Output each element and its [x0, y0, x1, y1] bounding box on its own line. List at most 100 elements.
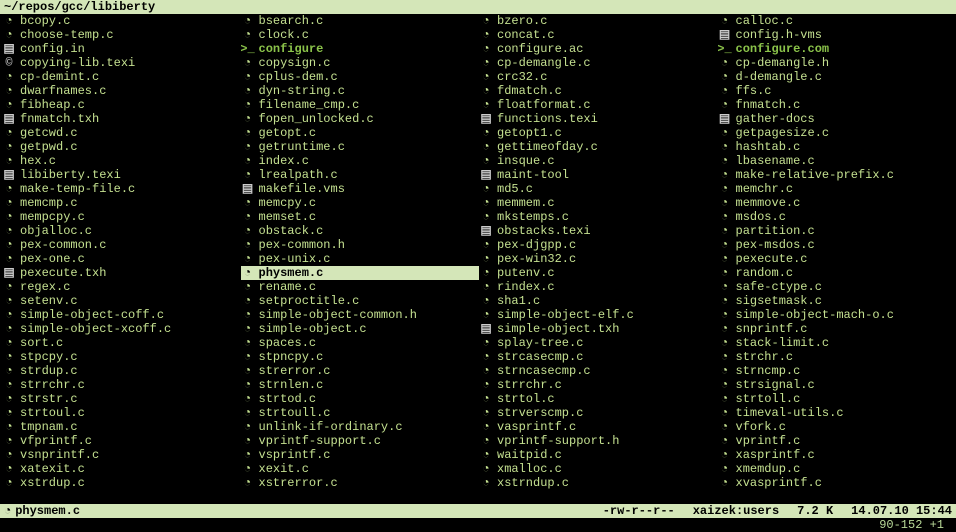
file-item[interactable]: ◔pex-unix.c: [241, 252, 480, 266]
file-item[interactable]: ◔vprintf.c: [718, 434, 956, 448]
file-item[interactable]: ◔vsprintf.c: [241, 448, 480, 462]
file-item[interactable]: ◔memmem.c: [479, 196, 718, 210]
file-item[interactable]: ◔mempcpy.c: [2, 210, 241, 224]
file-item[interactable]: ▤fnmatch.txh: [2, 112, 241, 126]
file-item[interactable]: ◔strtoull.c: [241, 406, 480, 420]
file-item[interactable]: ◔putenv.c: [479, 266, 718, 280]
file-item[interactable]: ◔waitpid.c: [479, 448, 718, 462]
file-item[interactable]: ◔simple-object.c: [241, 322, 480, 336]
file-item[interactable]: ◔xstrndup.c: [479, 476, 718, 490]
file-item[interactable]: ◔d-demangle.c: [718, 70, 956, 84]
file-item[interactable]: ◔strtoul.c: [2, 406, 241, 420]
file-item[interactable]: ▤simple-object.txh: [479, 322, 718, 336]
file-item[interactable]: ◔strtoll.c: [718, 392, 956, 406]
file-item[interactable]: ◔choose-temp.c: [2, 28, 241, 42]
file-item[interactable]: ◔snprintf.c: [718, 322, 956, 336]
file-item[interactable]: ◔strerror.c: [241, 364, 480, 378]
file-item[interactable]: ◔make-relative-prefix.c: [718, 168, 956, 182]
file-item[interactable]: ◔strnlen.c: [241, 378, 480, 392]
file-item[interactable]: ◔configure.ac: [479, 42, 718, 56]
file-item[interactable]: ◔insque.c: [479, 154, 718, 168]
file-item[interactable]: ◔strncasecmp.c: [479, 364, 718, 378]
file-item[interactable]: ◔sigsetmask.c: [718, 294, 956, 308]
file-item[interactable]: ◔stack-limit.c: [718, 336, 956, 350]
file-item[interactable]: ◔xasprintf.c: [718, 448, 956, 462]
file-item[interactable]: ◔vasprintf.c: [479, 420, 718, 434]
file-item[interactable]: ◔getopt.c: [241, 126, 480, 140]
file-item[interactable]: ◔timeval-utils.c: [718, 406, 956, 420]
file-item[interactable]: ◔simple-object-common.h: [241, 308, 480, 322]
file-item[interactable]: ◔xmemdup.c: [718, 462, 956, 476]
file-item[interactable]: ◔pex-msdos.c: [718, 238, 956, 252]
file-item[interactable]: ◔objalloc.c: [2, 224, 241, 238]
file-item[interactable]: ◔simple-object-elf.c: [479, 308, 718, 322]
file-item[interactable]: ◔crc32.c: [479, 70, 718, 84]
file-item[interactable]: ◔cp-demangle.c: [479, 56, 718, 70]
file-item[interactable]: ◔pex-djgpp.c: [479, 238, 718, 252]
file-item[interactable]: ▤pexecute.txh: [2, 266, 241, 280]
file-item[interactable]: ◔simple-object-mach-o.c: [718, 308, 956, 322]
file-item[interactable]: ◔mkstemps.c: [479, 210, 718, 224]
file-item[interactable]: ◔xexit.c: [241, 462, 480, 476]
file-item[interactable]: ◔strrchr.c: [2, 378, 241, 392]
file-item[interactable]: ◔xvasprintf.c: [718, 476, 956, 490]
file-item[interactable]: ◔xstrdup.c: [2, 476, 241, 490]
file-item[interactable]: ◔pex-common.c: [2, 238, 241, 252]
file-item[interactable]: ◔physmem.c: [241, 266, 480, 280]
file-item[interactable]: ◔msdos.c: [718, 210, 956, 224]
file-item[interactable]: ◔getruntime.c: [241, 140, 480, 154]
file-item[interactable]: ◔regex.c: [2, 280, 241, 294]
file-item[interactable]: ◔simple-object-coff.c: [2, 308, 241, 322]
file-item[interactable]: ◔cp-demangle.h: [718, 56, 956, 70]
file-item[interactable]: ◔strstr.c: [2, 392, 241, 406]
file-item[interactable]: ▤functions.texi: [479, 112, 718, 126]
file-item[interactable]: ◔copysign.c: [241, 56, 480, 70]
file-item[interactable]: ◔strsignal.c: [718, 378, 956, 392]
file-item[interactable]: ◔tmpnam.c: [2, 420, 241, 434]
file-item[interactable]: ©copying-lib.texi: [2, 56, 241, 70]
file-item[interactable]: ◔bcopy.c: [2, 14, 241, 28]
file-item[interactable]: ◔dwarfnames.c: [2, 84, 241, 98]
file-item[interactable]: ◔stpcpy.c: [2, 350, 241, 364]
file-item[interactable]: ◔strtol.c: [479, 392, 718, 406]
file-item[interactable]: >_configure: [241, 42, 480, 56]
file-item[interactable]: ◔memset.c: [241, 210, 480, 224]
file-item[interactable]: ◔safe-ctype.c: [718, 280, 956, 294]
file-item[interactable]: ◔lbasename.c: [718, 154, 956, 168]
file-item[interactable]: ◔strdup.c: [2, 364, 241, 378]
file-item[interactable]: ▤gather-docs: [718, 112, 956, 126]
file-item[interactable]: ◔setproctitle.c: [241, 294, 480, 308]
file-item[interactable]: ◔hex.c: [2, 154, 241, 168]
file-item[interactable]: ◔getpagesize.c: [718, 126, 956, 140]
file-item[interactable]: ◔random.c: [718, 266, 956, 280]
file-item[interactable]: ◔stpncpy.c: [241, 350, 480, 364]
file-item[interactable]: ◔ffs.c: [718, 84, 956, 98]
file-item[interactable]: ◔memcpy.c: [241, 196, 480, 210]
file-item[interactable]: ◔floatformat.c: [479, 98, 718, 112]
file-item[interactable]: ◔vfprintf.c: [2, 434, 241, 448]
file-item[interactable]: ◔dyn-string.c: [241, 84, 480, 98]
file-item[interactable]: ◔simple-object-xcoff.c: [2, 322, 241, 336]
file-item[interactable]: ◔memcmp.c: [2, 196, 241, 210]
file-item[interactable]: ◔cplus-dem.c: [241, 70, 480, 84]
file-item[interactable]: ◔pex-win32.c: [479, 252, 718, 266]
file-item[interactable]: ◔index.c: [241, 154, 480, 168]
file-item[interactable]: ◔setenv.c: [2, 294, 241, 308]
file-item[interactable]: ◔memchr.c: [718, 182, 956, 196]
file-item[interactable]: ◔pex-one.c: [2, 252, 241, 266]
file-item[interactable]: ▤obstacks.texi: [479, 224, 718, 238]
file-item[interactable]: ◔fnmatch.c: [718, 98, 956, 112]
file-item[interactable]: ◔cp-demint.c: [2, 70, 241, 84]
file-item[interactable]: ◔vsnprintf.c: [2, 448, 241, 462]
file-item[interactable]: ◔lrealpath.c: [241, 168, 480, 182]
file-item[interactable]: ◔sort.c: [2, 336, 241, 350]
file-item[interactable]: ◔make-temp-file.c: [2, 182, 241, 196]
file-item[interactable]: ◔getopt1.c: [479, 126, 718, 140]
file-item[interactable]: ◔spaces.c: [241, 336, 480, 350]
file-item[interactable]: ◔strcasecmp.c: [479, 350, 718, 364]
file-item[interactable]: ◔strrchr.c: [479, 378, 718, 392]
file-item[interactable]: ◔fibheap.c: [2, 98, 241, 112]
file-item[interactable]: ◔bsearch.c: [241, 14, 480, 28]
file-item[interactable]: ◔fdmatch.c: [479, 84, 718, 98]
file-item[interactable]: ◔fopen_unlocked.c: [241, 112, 480, 126]
